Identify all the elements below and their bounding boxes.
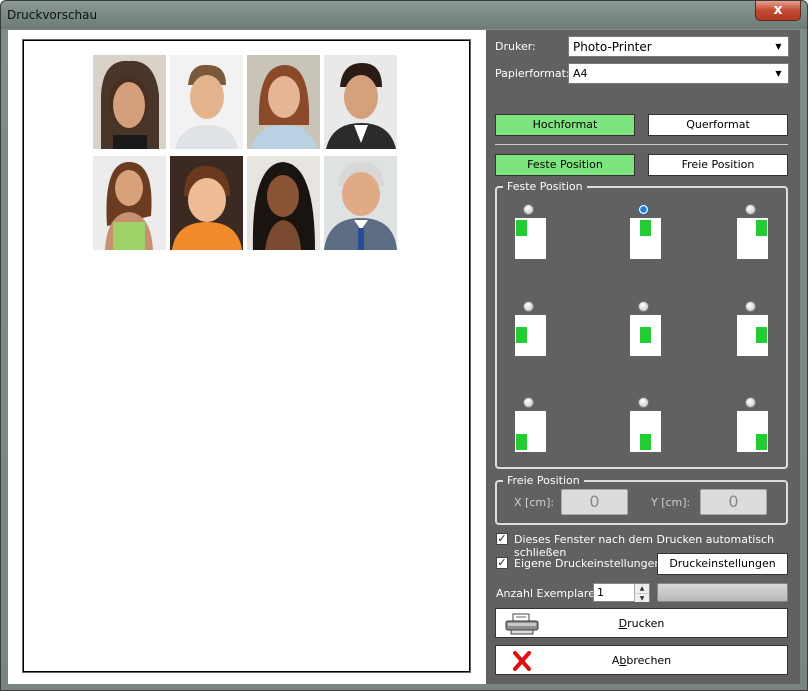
page-middle-center-icon — [630, 315, 661, 356]
page-middle-right-icon — [737, 315, 768, 356]
auto-close-checkbox[interactable]: ✓ — [496, 533, 508, 545]
printer-value: Photo-Printer — [573, 40, 652, 54]
chevron-down-icon[interactable]: ▼ — [771, 39, 786, 54]
close-button[interactable]: x — [755, 1, 801, 21]
cancel-label: Abbrechen — [611, 654, 672, 667]
x-cm-input[interactable]: 0 — [561, 489, 628, 515]
printer-select[interactable]: Photo-Printer ▼ — [568, 36, 789, 57]
page-top-right-icon — [737, 218, 768, 259]
own-settings-checkbox[interactable]: ✓ — [496, 557, 508, 569]
photo-thumbnail — [324, 55, 397, 149]
spin-down-icon[interactable]: ▼ — [634, 593, 649, 602]
position-radio-bottom-center[interactable] — [638, 397, 649, 408]
window-title: Druckvorschau — [7, 8, 98, 22]
page-top-center-icon — [630, 218, 661, 259]
page-middle-left-icon — [515, 315, 546, 356]
page-top-left-icon — [515, 218, 546, 259]
printer-label: Druker: — [495, 40, 536, 53]
position-radio-top-center[interactable] — [638, 204, 649, 215]
page-bottom-right-icon — [737, 411, 768, 452]
paper-format-label: Papierformat: — [495, 67, 570, 80]
print-label: Drucken — [618, 617, 665, 630]
page-bottom-left-icon — [515, 411, 546, 452]
print-button[interactable]: Drucken — [495, 608, 788, 638]
free-position-legend: Freie Position — [503, 474, 584, 487]
portrait-button[interactable]: Hochformat — [495, 114, 635, 136]
photo-thumbnail — [247, 55, 320, 149]
preview-area — [8, 30, 486, 684]
photo-thumbnail — [170, 156, 243, 250]
photo-thumbnail — [93, 156, 166, 250]
position-radio-top-right[interactable] — [745, 204, 756, 215]
x-cm-label: X [cm]: — [514, 496, 555, 509]
position-radio-bottom-right[interactable] — [745, 397, 756, 408]
own-settings-label: Eigene Druckeinstellungen — [514, 557, 662, 570]
copies-value: 1 — [597, 586, 604, 599]
y-cm-input[interactable]: 0 — [700, 489, 767, 515]
photo-thumbnail — [170, 55, 243, 149]
photo-thumbnail — [93, 55, 166, 149]
title-bar[interactable]: Druckvorschau x — [1, 1, 807, 29]
divider — [495, 144, 788, 145]
free-position-button[interactable]: Freie Position — [648, 154, 788, 176]
position-radio-top-left[interactable] — [523, 204, 534, 215]
cancel-button[interactable]: Abbrechen — [495, 645, 788, 675]
progress-bar — [657, 583, 788, 602]
photo-thumbnail — [247, 156, 320, 250]
paper-format-select[interactable]: A4 ▼ — [568, 63, 789, 84]
paper-format-value: A4 — [573, 67, 588, 80]
paper-preview — [22, 39, 471, 673]
print-settings-button[interactable]: Druckeinstellungen — [657, 553, 788, 575]
photo-thumbnail — [324, 156, 397, 250]
spin-up-icon[interactable]: ▲ — [634, 584, 649, 593]
fixed-position-button[interactable]: Feste Position — [495, 154, 635, 176]
position-radio-middle-center[interactable] — [638, 301, 649, 312]
copies-spinner[interactable]: 1 ▲ ▼ — [593, 583, 650, 602]
y-cm-label: Y [cm]: — [651, 496, 691, 509]
chevron-down-icon[interactable]: ▼ — [771, 66, 786, 81]
landscape-button[interactable]: Querformat — [648, 114, 788, 136]
position-radio-bottom-left[interactable] — [523, 397, 534, 408]
page-bottom-center-icon — [630, 411, 661, 452]
copies-label: Anzahl Exemplare: — [496, 587, 599, 600]
position-radio-middle-left[interactable] — [523, 301, 534, 312]
position-radio-middle-right[interactable] — [745, 301, 756, 312]
fixed-position-legend: Feste Position — [503, 180, 587, 193]
